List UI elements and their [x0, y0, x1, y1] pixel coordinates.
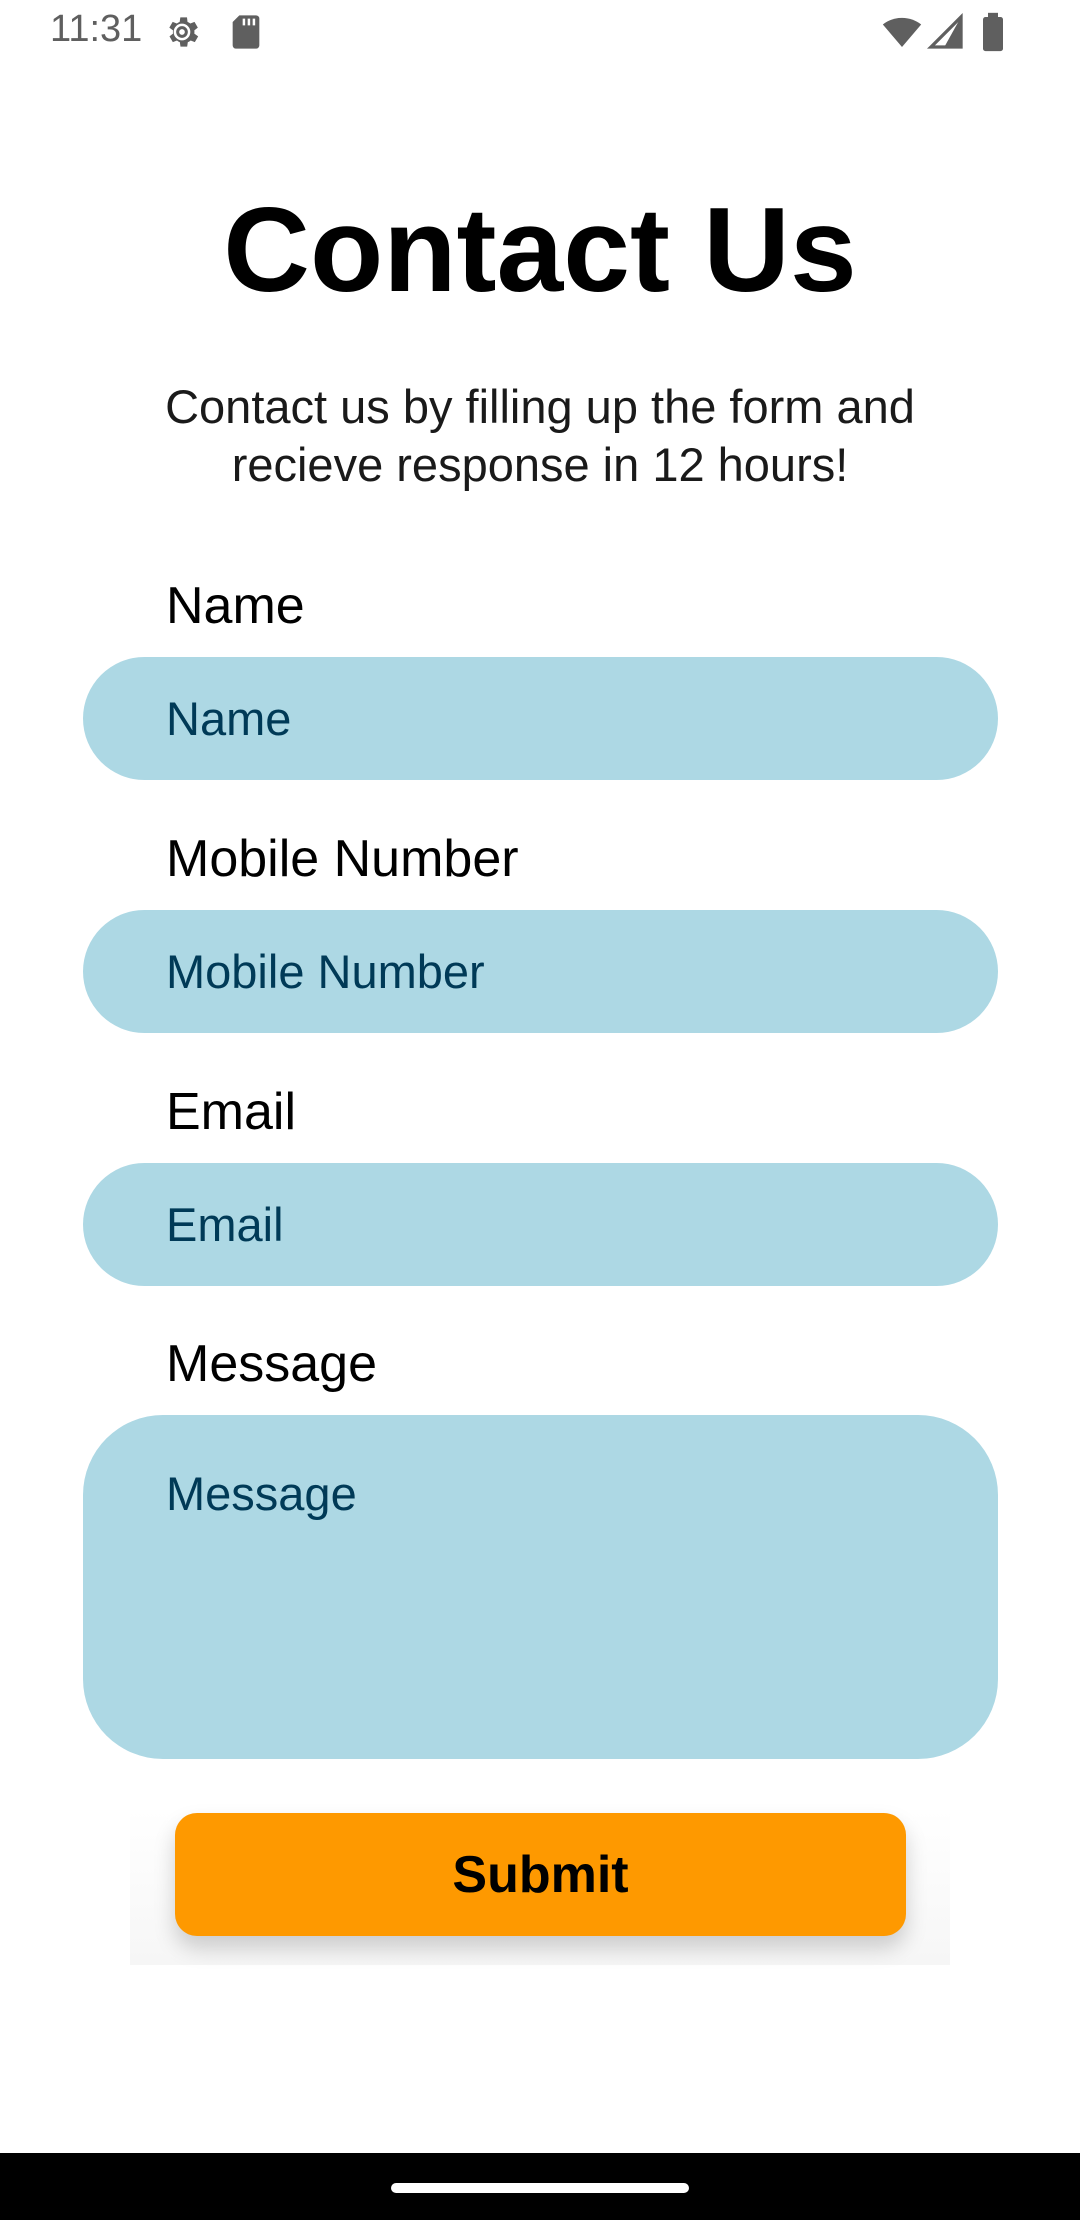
status-bar: 11:31	[0, 0, 1080, 66]
name-input[interactable]	[83, 657, 998, 780]
signal-icon	[926, 12, 966, 52]
sd-card-icon	[226, 12, 266, 52]
name-label: Name	[166, 577, 305, 635]
mobile-number-label: Mobile Number	[166, 830, 519, 888]
email-label: Email	[166, 1083, 297, 1141]
battery-icon	[978, 12, 1008, 52]
status-time: 11:31	[50, 8, 143, 50]
navigation-bar	[0, 2153, 1080, 2220]
page-subtitle: Contact us by filling up the form and re…	[165, 380, 915, 491]
mobile-number-input[interactable]	[83, 910, 998, 1033]
home-gesture-handle[interactable]	[391, 2183, 689, 2193]
gear-icon	[162, 12, 202, 52]
message-label: Message	[166, 1335, 377, 1393]
message-textarea[interactable]	[83, 1415, 998, 1759]
email-input[interactable]	[83, 1163, 998, 1286]
wifi-icon	[880, 12, 924, 52]
page-title: Contact Us	[223, 183, 857, 317]
submit-button[interactable]: Submit	[175, 1813, 906, 1936]
